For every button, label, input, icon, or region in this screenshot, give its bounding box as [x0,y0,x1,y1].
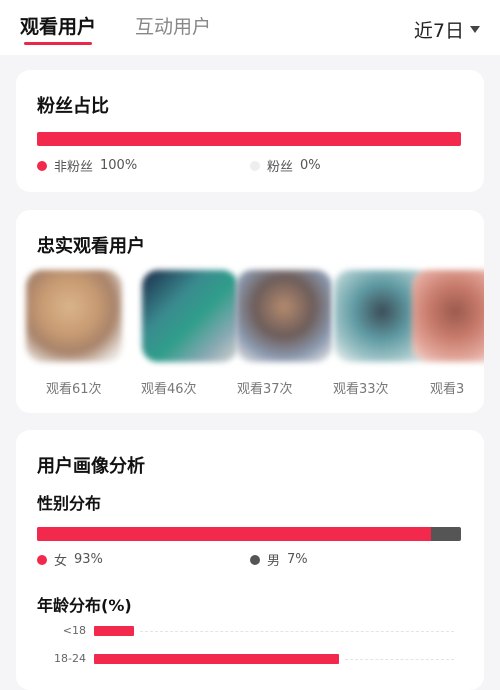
top-bar: 观看用户 互动用户 近7日 [0,0,500,55]
viewer-avatar[interactable] [142,270,238,362]
loyal-viewers-title: 忠实观看用户 [37,236,145,257]
fans-value: 0% [300,158,321,173]
date-range-label: 近7日 [413,20,464,42]
viewer-avatar[interactable] [236,270,332,362]
viewer-view-count: 观看46次 [141,382,197,397]
viewer-avatar[interactable] [412,270,484,362]
age-group-bar [94,654,339,664]
fans-dot-icon [250,160,260,171]
female-label: 女 [54,554,68,569]
viewer-view-count: 观看3 [430,382,465,397]
viewer-view-count: 观看61次 [46,382,102,397]
avatar-list [16,270,484,370]
viewer-avatar[interactable] [26,270,122,362]
tab-interactive-users[interactable]: 互动用户 [135,14,211,40]
non-fans-dot-icon [37,160,47,171]
gender-distribution-title: 性别分布 [37,494,102,513]
loyal-viewers-card: 忠实观看用户 观看61次 观看46次 观看37次 观看33次 观看3 [16,210,484,413]
viewer-view-count: 观看37次 [237,382,293,397]
age-group-bar [94,626,134,636]
non-fans-label: 非粉丝 [54,160,94,175]
age-group-track [139,631,454,632]
male-dot-icon [250,554,260,565]
male-legend: 男 7% [250,550,308,569]
male-value: 7% [287,552,308,567]
tab-viewers[interactable]: 观看用户 [20,14,96,40]
age-group-label: 18-24 [54,652,86,665]
active-tab-indicator [24,42,92,45]
non-fans-value: 100% [100,158,138,173]
male-label: 男 [267,554,281,569]
non-fans-bar-segment [37,132,461,146]
fans-legend: 粉丝 0% [250,156,321,175]
gender-bar [37,527,461,541]
profile-analysis-card: 用户画像分析 性别分布 女 93% 男 7% 年龄分布(%) <18 18-24 [16,430,484,690]
fan-ratio-title: 粉丝占比 [37,96,109,117]
date-range-dropdown[interactable]: 近7日 [414,16,480,43]
fans-label: 粉丝 [267,160,294,175]
non-fans-legend: 非粉丝 100% [37,156,137,175]
age-distribution-title: 年龄分布(%) [37,596,132,615]
profile-analysis-title: 用户画像分析 [37,456,145,477]
age-group-track [344,659,454,660]
fan-ratio-bar [37,132,461,146]
viewer-view-count: 观看33次 [333,382,389,397]
female-bar-segment [37,527,432,541]
fan-ratio-card: 粉丝占比 非粉丝 100% 粉丝 0% [16,70,484,192]
caret-down-icon [470,26,480,33]
female-legend: 女 93% [37,550,103,569]
female-dot-icon [37,554,47,565]
female-value: 93% [74,552,103,567]
age-group-label: <18 [62,624,86,637]
